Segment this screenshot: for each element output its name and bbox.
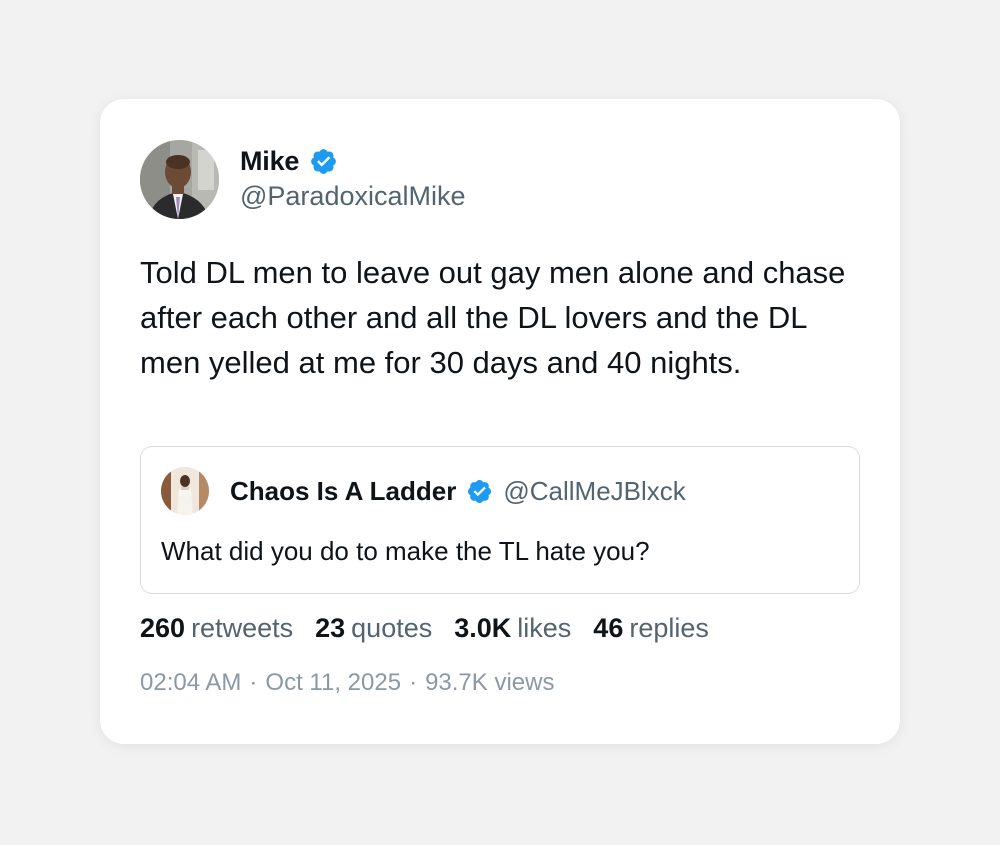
- quoted-tweet-text: What did you do to make the TL hate you?: [161, 536, 650, 566]
- quoted-author-handle[interactable]: @CallMeJBlxck: [503, 476, 685, 507]
- author-avatar[interactable]: [140, 140, 219, 219]
- quotes-count: 23: [315, 612, 346, 643]
- verified-badge-icon: [309, 147, 338, 176]
- tweet-meta: 02:04 AM · Oct 11, 2025 · 93.7K views: [140, 669, 554, 697]
- likes-label: likes: [517, 612, 572, 643]
- replies-label: replies: [629, 612, 709, 643]
- retweets-label: retweets: [191, 612, 294, 643]
- quoted-author-name[interactable]: Chaos Is A Ladder: [230, 476, 456, 507]
- author-avatar-image: [140, 140, 219, 219]
- author-name[interactable]: Mike: [240, 146, 299, 177]
- quoted-verified-badge-icon: [466, 478, 493, 505]
- meta-separator: ·: [409, 669, 418, 696]
- tweet-text: Told DL men to leave out gay men alone a…: [140, 255, 846, 380]
- quoted-author-avatar[interactable]: [161, 467, 209, 515]
- tweet-card: Mike @ParadoxicalMike Told DL men to lea…: [100, 99, 900, 744]
- tweet-views[interactable]: 93.7K views: [425, 669, 554, 697]
- tweet-date[interactable]: Oct 11, 2025: [265, 669, 401, 697]
- tweet-time[interactable]: 02:04 AM: [140, 669, 241, 697]
- replies-count: 46: [593, 612, 624, 643]
- retweets-stat[interactable]: 260 retweets: [140, 613, 293, 644]
- likes-count: 3.0K: [454, 612, 512, 643]
- quoted-author-avatar-image: [161, 467, 209, 515]
- engagement-stats: 260 retweets 23 quotes 3.0K likes 46 rep…: [140, 610, 731, 646]
- replies-stat[interactable]: 46 replies: [593, 613, 709, 644]
- author-name-row: Mike: [240, 143, 338, 179]
- retweets-count: 260: [140, 612, 186, 643]
- likes-stat[interactable]: 3.0K likes: [454, 613, 571, 644]
- quotes-stat[interactable]: 23 quotes: [315, 613, 432, 644]
- author-handle[interactable]: @ParadoxicalMike: [240, 181, 466, 212]
- quotes-label: quotes: [351, 612, 433, 643]
- quoted-tweet[interactable]: Chaos Is A Ladder @CallMeJBlxck What did…: [140, 446, 860, 594]
- meta-separator: ·: [249, 669, 258, 696]
- quoted-header: Chaos Is A Ladder @CallMeJBlxck: [230, 474, 686, 508]
